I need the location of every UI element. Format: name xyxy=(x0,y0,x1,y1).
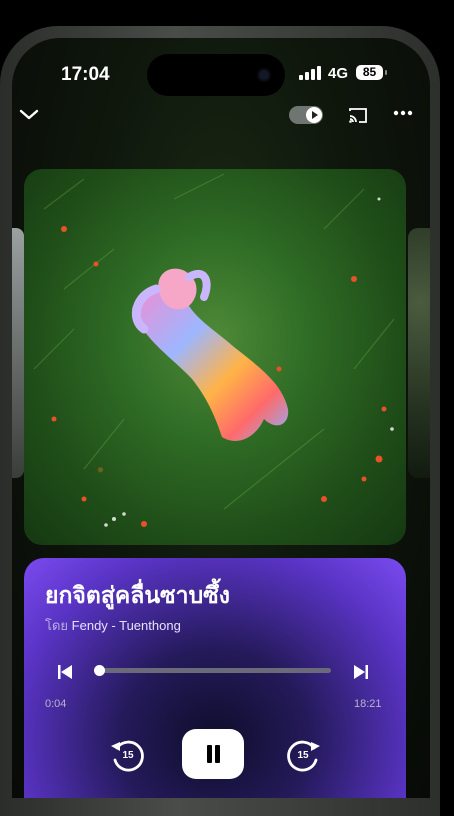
next-track-card[interactable] xyxy=(408,228,430,478)
chevron-down-icon[interactable] xyxy=(18,106,40,122)
now-playing-screen: 17:04 4G 85 ยกจิตสู่คลื่นซาบซึ้ง โดย Fen… xyxy=(12,38,430,798)
next-icon[interactable] xyxy=(354,665,368,679)
by-label: โดย xyxy=(45,618,69,633)
forward-15-button[interactable]: 15 xyxy=(283,736,323,776)
previous-track-card[interactable] xyxy=(12,228,24,478)
status-time: 17:04 xyxy=(61,64,110,85)
forward-seconds: 15 xyxy=(297,750,309,761)
rewind-15-button[interactable]: 15 xyxy=(108,736,148,776)
progress-knob[interactable] xyxy=(93,665,105,676)
previous-icon[interactable] xyxy=(58,665,72,679)
battery-icon: 85 xyxy=(356,65,383,80)
total-time: 18:21 xyxy=(354,698,382,710)
pause-button[interactable] xyxy=(182,729,244,779)
more-dots-icon[interactable] xyxy=(393,105,413,121)
player-panel: ยกจิตสู่คลื่นซาบซึ้ง โดย Fendy - Tuentho… xyxy=(24,558,406,798)
dynamic-island xyxy=(147,54,285,96)
artist-link[interactable]: Fendy - Tuenthong xyxy=(72,618,181,633)
video-toggle[interactable] xyxy=(289,106,323,124)
artwork-illustration xyxy=(33,173,395,527)
signal-icon xyxy=(299,66,321,80)
artist-line: โดย Fendy - Tuenthong xyxy=(45,615,181,636)
cast-icon[interactable] xyxy=(348,107,368,124)
battery-nub xyxy=(385,70,387,75)
pause-icon xyxy=(207,745,212,763)
play-toggle-icon xyxy=(306,107,322,123)
track-title: ยกจิตสู่คลื่นซาบซึ้ง xyxy=(45,582,231,608)
camera-icon xyxy=(259,70,269,80)
album-artwork xyxy=(24,169,406,545)
elapsed-time: 0:04 xyxy=(45,698,67,710)
rewind-seconds: 15 xyxy=(122,750,134,761)
progress-slider[interactable] xyxy=(93,665,331,676)
network-label: 4G xyxy=(328,65,349,82)
